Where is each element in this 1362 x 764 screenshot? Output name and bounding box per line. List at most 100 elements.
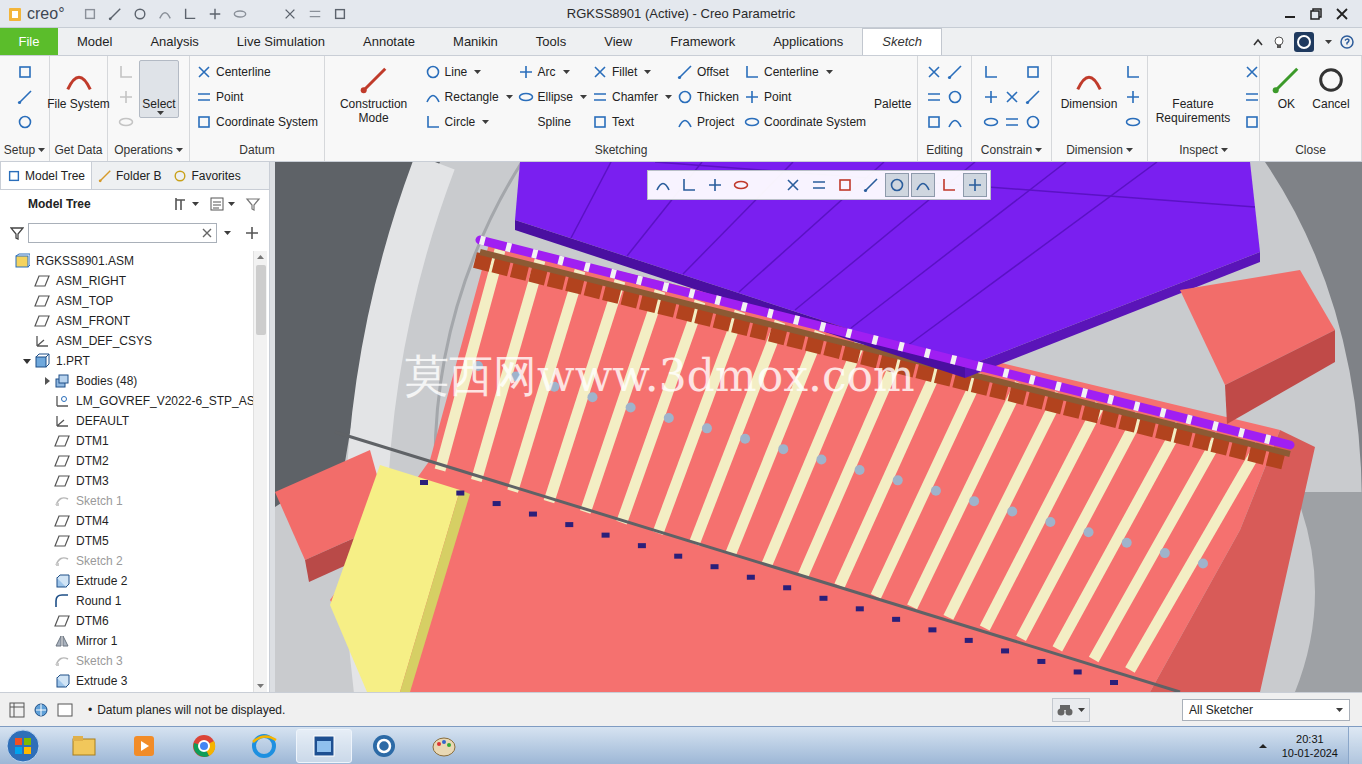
- view-tool-button[interactable]: [677, 173, 701, 197]
- ribbon-small-button[interactable]: [1004, 62, 1020, 82]
- binoculars-icon[interactable]: [1057, 702, 1073, 718]
- ribbon-small-button[interactable]: Centerline: [744, 62, 866, 82]
- ribbon-group-label[interactable]: Inspect: [1148, 141, 1259, 161]
- dropdown-caret-icon[interactable]: [1078, 708, 1085, 712]
- ribbon-small-button[interactable]: [926, 87, 942, 107]
- quick-access-icon[interactable]: [80, 7, 100, 21]
- quick-access-icon[interactable]: [280, 7, 300, 21]
- dropdown-caret-icon[interactable]: [482, 120, 489, 124]
- fullscreen-icon[interactable]: [54, 702, 76, 718]
- ribbon-small-button[interactable]: [17, 87, 33, 107]
- ribbon-small-button[interactable]: [926, 62, 942, 82]
- ribbon-group-label[interactable]: Constrain: [972, 141, 1051, 161]
- add-icon[interactable]: [245, 226, 259, 240]
- dropdown-caret-icon[interactable]: [665, 95, 672, 99]
- tray-arrow-icon[interactable]: [1258, 742, 1268, 750]
- tree-item[interactable]: Extrude 2: [0, 571, 253, 591]
- quick-access-icon[interactable]: [305, 7, 325, 21]
- ribbon-small-button[interactable]: Arc: [518, 62, 587, 82]
- minimize-icon[interactable]: [1284, 8, 1296, 20]
- ribbon-small-button[interactable]: [926, 112, 942, 132]
- dropdown-caret-icon[interactable]: [1126, 148, 1133, 152]
- quick-access-icon[interactable]: [330, 7, 350, 21]
- taskbar-app[interactable]: [176, 729, 232, 763]
- tree-item[interactable]: ASM_RIGHT: [0, 271, 253, 291]
- panel-tab[interactable]: Model Tree: [0, 162, 92, 189]
- clock[interactable]: 20:3110-01-2024: [1282, 732, 1348, 760]
- start-button-icon[interactable]: [6, 729, 40, 763]
- ribbon-tab[interactable]: Framework: [651, 28, 754, 55]
- ribbon-small-button[interactable]: [947, 62, 963, 82]
- ribbon-large-button[interactable]: Construction Mode: [328, 60, 420, 128]
- view-tool-button[interactable]: [651, 173, 675, 197]
- ribbon-small-button[interactable]: [1125, 87, 1141, 107]
- tree-search-field[interactable]: [28, 223, 217, 243]
- ribbon-large-button[interactable]: Palette: [871, 60, 914, 114]
- dropdown-caret-icon[interactable]: [157, 111, 164, 115]
- dropdown-caret-icon[interactable]: [580, 95, 587, 99]
- ribbon-large-button[interactable]: OK: [1268, 60, 1304, 114]
- ribbon-group-label[interactable]: Dimension: [1052, 141, 1147, 161]
- tree-item[interactable]: DTM5: [0, 531, 253, 551]
- quick-access-icon[interactable]: [105, 7, 125, 21]
- ribbon-small-button[interactable]: [1125, 112, 1141, 132]
- taskbar-app[interactable]: [356, 729, 412, 763]
- ribbon-small-button[interactable]: Text: [592, 112, 672, 132]
- tree-item[interactable]: DEFAULT: [0, 411, 253, 431]
- ribbon-small-button[interactable]: [1004, 87, 1020, 107]
- tree-item[interactable]: 1.PRT: [0, 351, 253, 371]
- ribbon-small-button[interactable]: [1244, 112, 1260, 132]
- tree-item[interactable]: ASM_TOP: [0, 291, 253, 311]
- ribbon-small-button[interactable]: [983, 87, 999, 107]
- ribbon-large-button[interactable]: Dimension: [1058, 60, 1121, 114]
- quick-access-icon[interactable]: [230, 7, 250, 21]
- ribbon-small-button[interactable]: Chamfer: [592, 87, 672, 107]
- ribbon-small-button[interactable]: Offset: [677, 62, 739, 82]
- panel-tab[interactable]: Folder B: [92, 162, 167, 189]
- dropdown-caret-icon[interactable]: [826, 70, 833, 74]
- tree-item[interactable]: Sketch 1: [0, 491, 253, 511]
- tree-item[interactable]: Extrude 3: [0, 671, 253, 691]
- tree-item[interactable]: DTM2: [0, 451, 253, 471]
- graphics-window[interactable]: 莫西网www.3dmox.com: [275, 162, 1362, 692]
- ribbon-small-button[interactable]: [983, 62, 999, 82]
- ribbon-small-button[interactable]: Project: [677, 112, 739, 132]
- ribbon-small-button[interactable]: [1244, 87, 1260, 107]
- ribbon-tab[interactable]: Tools: [517, 28, 585, 55]
- dropdown-caret-icon[interactable]: [224, 231, 231, 235]
- tree-item[interactable]: DTM6: [0, 611, 253, 631]
- view-tool-button[interactable]: [781, 173, 805, 197]
- ribbon-tab[interactable]: Manikin: [434, 28, 517, 55]
- ribbon-small-button[interactable]: Centerline: [196, 62, 318, 82]
- tree-item[interactable]: DTM4: [0, 511, 253, 531]
- quick-access-icon[interactable]: [180, 7, 200, 21]
- taskbar-app[interactable]: [296, 729, 352, 763]
- tree-item[interactable]: DTM3: [0, 471, 253, 491]
- dropdown-caret-icon[interactable]: [38, 148, 45, 152]
- taskbar-app[interactable]: [416, 729, 472, 763]
- dropdown-caret-icon[interactable]: [192, 202, 199, 206]
- ribbon-small-button[interactable]: Point: [744, 87, 866, 107]
- restore-icon[interactable]: [1310, 8, 1322, 20]
- ribbon-tab[interactable]: Analysis: [131, 28, 217, 55]
- ribbon-small-button[interactable]: Ellipse: [518, 87, 587, 107]
- taskbar-app[interactable]: [236, 729, 292, 763]
- quick-access-icon[interactable]: [255, 7, 275, 21]
- ptc-icon[interactable]: [1294, 32, 1314, 52]
- tree-item[interactable]: Sketch 3: [0, 651, 253, 671]
- view-tool-button[interactable]: [885, 173, 909, 197]
- ribbon-tab[interactable]: Annotate: [344, 28, 434, 55]
- ribbon-small-button[interactable]: [17, 112, 33, 132]
- selection-filter[interactable]: All Sketcher: [1182, 699, 1350, 721]
- quick-access-icon[interactable]: [205, 7, 225, 21]
- ribbon-small-button[interactable]: [947, 87, 963, 107]
- ribbon-small-button[interactable]: [1025, 87, 1041, 107]
- ribbon-tab[interactable]: Applications: [754, 28, 862, 55]
- view-tool-button[interactable]: [911, 173, 935, 197]
- tree-item[interactable]: Mirror 1: [0, 631, 253, 651]
- ribbon-small-button[interactable]: [1125, 62, 1141, 82]
- tree-item[interactable]: ASM_DEF_CSYS: [0, 331, 253, 351]
- ribbon-group-label[interactable]: Setup: [0, 141, 49, 161]
- ribbon-small-button[interactable]: Rectangle: [425, 87, 513, 107]
- ribbon-small-button[interactable]: Fillet: [592, 62, 672, 82]
